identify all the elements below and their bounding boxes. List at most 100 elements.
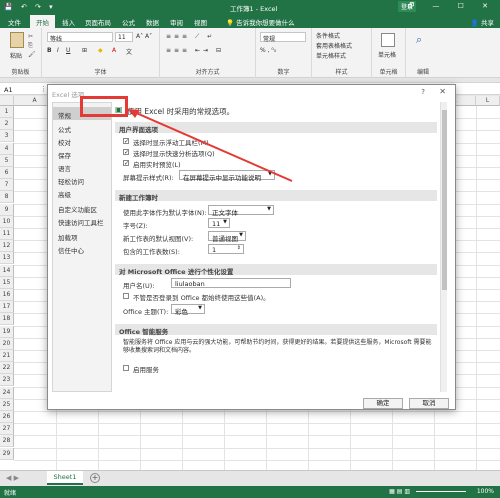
tab-insert[interactable]: 插入	[62, 17, 75, 27]
sheet-tab[interactable]: Sheet1	[47, 471, 83, 485]
tab-page-layout[interactable]: 页面布局	[85, 17, 111, 27]
office-theme-select[interactable]: 彩色 ▼	[171, 304, 205, 316]
table-format-button[interactable]: 套用表格格式	[316, 41, 352, 50]
row-header[interactable]: 29	[0, 447, 14, 460]
row-header[interactable]: 3	[0, 130, 14, 143]
share-button[interactable]: 👤 共享	[471, 17, 494, 27]
tab-data[interactable]: 数据	[146, 17, 159, 27]
row-header[interactable]: 17	[0, 301, 14, 314]
nav-quick-access[interactable]: 快速访问工具栏	[58, 217, 104, 227]
nav-addins[interactable]: 加载项	[58, 232, 78, 242]
conditional-format-button[interactable]: 条件格式	[316, 31, 340, 40]
view-mode-icons[interactable]: ▦ ▤ ▥	[389, 488, 410, 495]
add-sheet-icon[interactable]: +	[90, 473, 100, 483]
tab-formulas[interactable]: 公式	[122, 17, 135, 27]
row-header[interactable]: 18	[0, 313, 14, 326]
vertical-align-icons[interactable]: ≡≡≡ ⟋ ↵	[166, 33, 215, 41]
nav-customize-ribbon[interactable]: 自定义功能区	[58, 204, 97, 214]
cut-icon[interactable]: ✂	[28, 33, 33, 40]
default-font-select[interactable]: 正文字体 ▼	[208, 205, 274, 217]
underline-icon[interactable]: U	[66, 47, 70, 54]
cancel-button[interactable]: 取消	[409, 398, 449, 409]
row-header[interactable]: 24	[0, 386, 14, 399]
row-header[interactable]: 16	[0, 289, 14, 301]
row-header[interactable]: 11	[0, 228, 14, 240]
row-header[interactable]: 23	[0, 374, 14, 387]
tab-review[interactable]: 审阅	[170, 17, 183, 27]
row-header[interactable]: 21	[0, 350, 14, 362]
number-format-select[interactable]: 常规	[260, 32, 306, 43]
row-header[interactable]: 7	[0, 179, 14, 192]
help-icon[interactable]: ?	[421, 88, 425, 96]
row-header[interactable]: 14	[0, 264, 14, 277]
row-header[interactable]: 22	[0, 362, 14, 375]
row-header[interactable]: 26	[0, 411, 14, 423]
stepper-icon[interactable]: ⇕	[237, 245, 241, 251]
format-painter-icon[interactable]: 🖌	[28, 51, 36, 58]
sheet-count-stepper[interactable]: 1 ⇕	[208, 244, 244, 254]
paste-button[interactable]: 粘贴	[10, 51, 22, 60]
nav-trust-center[interactable]: 信任中心	[58, 245, 84, 255]
border-icon[interactable]: ⊞	[82, 47, 87, 54]
sheet-nav-icons[interactable]: ◀ ▶	[6, 474, 19, 482]
window-controls[interactable]: 🗗 — ☐ ✕	[408, 2, 496, 13]
name-box[interactable]: A1	[4, 86, 13, 94]
zoom-slider[interactable]	[416, 491, 466, 492]
row-header[interactable]: 2	[0, 118, 14, 131]
nav-accessibility[interactable]: 轻松访问	[58, 176, 84, 186]
row-header[interactable]: 20	[0, 337, 14, 350]
number-format-icons[interactable]: % , ⁰₀	[260, 47, 276, 54]
bold-icon[interactable]: B	[47, 47, 52, 54]
tooltip-style-select[interactable]: 在屏幕提示中显示功能说明 ▼	[179, 170, 275, 182]
row-header[interactable]: 5	[0, 154, 14, 167]
nav-formulas[interactable]: 公式	[58, 124, 71, 134]
scrollbar-thumb[interactable]	[442, 110, 447, 290]
nav-advanced[interactable]: 高级	[58, 189, 71, 199]
default-view-select[interactable]: 普通视图 ▼	[208, 231, 246, 243]
row-header[interactable]: 10	[0, 215, 14, 228]
enable-services-checkbox[interactable]	[123, 365, 129, 371]
row-header[interactable]: 4	[0, 142, 14, 155]
row-header[interactable]: 6	[0, 167, 14, 179]
row-header[interactable]: 25	[0, 398, 14, 411]
live-preview-checkbox[interactable]: ✓	[123, 160, 129, 167]
tab-file[interactable]: 文件	[8, 17, 21, 27]
column-header[interactable]: L	[476, 96, 500, 106]
close-icon[interactable]: ✕	[439, 87, 446, 96]
row-header[interactable]: 15	[0, 276, 14, 289]
cell-style-button[interactable]: 单元格样式	[316, 51, 346, 60]
nav-save[interactable]: 保存	[58, 150, 71, 160]
font-size-select[interactable]: 11 ▼	[208, 218, 230, 228]
always-use-checkbox[interactable]	[123, 293, 129, 299]
ok-button[interactable]: 确定	[363, 398, 403, 409]
select-all-corner[interactable]	[0, 96, 14, 106]
row-header[interactable]: 8	[0, 191, 14, 204]
tab-view[interactable]: 视图	[194, 17, 207, 27]
content-scrollbar[interactable]	[440, 102, 447, 392]
search-icon[interactable]: ⌕	[416, 33, 422, 47]
fill-color-icon[interactable]: ◆	[98, 47, 103, 54]
row-header[interactable]: 28	[0, 435, 14, 448]
row-header[interactable]: 12	[0, 240, 14, 253]
nav-proofing[interactable]: 校对	[58, 137, 71, 147]
zoom-level[interactable]: 100%	[477, 488, 494, 495]
font-color-icon[interactable]: A	[112, 47, 116, 54]
mini-toolbar-checkbox[interactable]: ✓	[123, 138, 129, 145]
cells-icon[interactable]	[381, 33, 395, 47]
row-header[interactable]: 1	[0, 106, 14, 118]
row-header[interactable]: 9	[0, 203, 14, 216]
tell-me-search[interactable]: 💡 告诉我你想要做什么	[226, 17, 295, 27]
font-size-select[interactable]: 11	[115, 32, 133, 42]
font-name-select[interactable]: 等线	[47, 32, 113, 43]
row-header[interactable]: 19	[0, 325, 14, 338]
username-input[interactable]: liulaoban	[171, 278, 291, 288]
tab-home[interactable]: 开始	[30, 15, 55, 28]
italic-icon[interactable]: I	[57, 47, 59, 54]
paste-icon[interactable]	[10, 32, 24, 48]
quick-analysis-checkbox[interactable]: ✓	[123, 149, 129, 156]
phonetic-icon[interactable]: 文	[126, 47, 132, 56]
nav-language[interactable]: 语言	[58, 163, 71, 173]
copy-icon[interactable]: ⎘	[28, 42, 33, 50]
row-header[interactable]: 13	[0, 252, 14, 265]
row-header[interactable]: 27	[0, 423, 14, 436]
